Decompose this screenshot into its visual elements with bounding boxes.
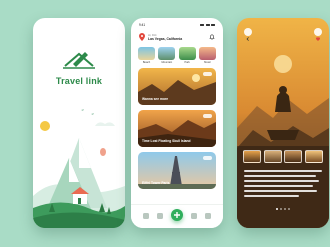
destination-card[interactable]: Eiffel Tower Paris <box>138 152 216 189</box>
category-list: Beach Mountain Park Music <box>138 47 216 64</box>
thumbnail[interactable] <box>263 150 282 163</box>
status-icons <box>200 23 215 27</box>
card-title: Eiffel Tower Paris <box>142 181 170 185</box>
home-icon[interactable] <box>143 213 149 219</box>
category-label: Mountain <box>161 61 173 64</box>
page-dot[interactable] <box>279 208 282 211</box>
category-music-image <box>198 47 216 60</box>
location-row[interactable]: Hi, Dirk Las Vegas, California <box>139 31 215 43</box>
back-button[interactable] <box>244 28 252 41</box>
description-text <box>244 170 322 200</box>
compass-icon[interactable] <box>157 213 163 219</box>
profile-icon[interactable] <box>205 213 211 219</box>
chevron-left-icon <box>246 37 249 41</box>
detail-screen <box>237 18 329 228</box>
rating-badge <box>203 72 212 76</box>
destination-card[interactable]: Wanna see more <box>138 68 216 105</box>
category-beach-image <box>138 47 155 60</box>
category-item[interactable]: Mountain <box>158 47 176 64</box>
bookmark-icon[interactable] <box>191 213 197 219</box>
heart-icon <box>315 37 321 41</box>
page-indicator <box>237 208 329 211</box>
add-icon <box>174 212 180 218</box>
gallery-thumbnails <box>243 150 323 163</box>
thumbnail[interactable] <box>243 150 261 163</box>
category-item[interactable]: Park <box>178 47 196 64</box>
current-location: Las Vegas, California <box>148 36 183 41</box>
thumbnail[interactable] <box>284 150 303 163</box>
category-park-image <box>178 47 196 60</box>
category-item[interactable]: Music <box>198 47 216 64</box>
home-screen: 9:41 Hi, Dirk Las Vegas, California Beac… <box>131 18 223 228</box>
bottom-navigation <box>131 204 223 228</box>
card-title: Time Lost Floating Skull Island <box>142 139 191 143</box>
rating-badge <box>203 156 212 160</box>
card-title: Wanna see more <box>142 97 169 101</box>
status-bar: 9:41 <box>139 22 215 28</box>
destination-card[interactable]: Time Lost Floating Skull Island <box>138 110 216 147</box>
thumbnail[interactable] <box>304 150 323 163</box>
add-button[interactable] <box>171 209 183 221</box>
category-item[interactable]: Beach <box>138 47 155 64</box>
notification-bell-icon[interactable] <box>209 34 215 40</box>
rating-badge <box>203 114 212 118</box>
location-pin-icon <box>139 33 145 41</box>
status-time: 9:41 <box>139 23 146 27</box>
category-label: Park <box>184 61 190 64</box>
favorite-button[interactable] <box>314 28 322 41</box>
splash-screen: Travel link <box>33 18 125 228</box>
page-dot[interactable] <box>284 208 287 211</box>
category-mountain-image <box>158 47 176 60</box>
page-dot[interactable] <box>288 208 291 211</box>
mountain-illustration <box>33 109 125 228</box>
category-label: Music <box>204 61 211 64</box>
page-dot-active[interactable] <box>275 208 278 211</box>
category-label: Beach <box>142 61 151 64</box>
